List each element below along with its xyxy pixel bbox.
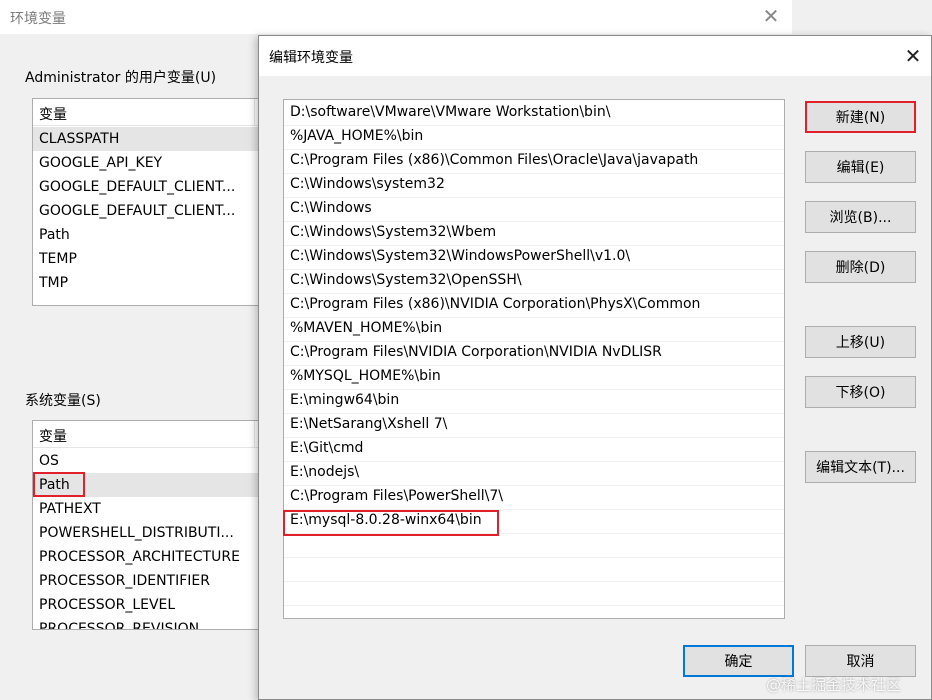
- list-item[interactable]: TMP: [33, 271, 259, 295]
- list-item[interactable]: E:\NetSarang\Xshell 7\: [284, 414, 784, 438]
- close-icon[interactable]: ✕: [760, 4, 782, 28]
- watermark: @稀土掘金技术社区: [766, 676, 902, 694]
- dialog-title: 编辑环境变量: [269, 50, 353, 66]
- list-item[interactable]: C:\Windows\System32\WindowsPowerShell\v1…: [284, 246, 784, 270]
- list-item[interactable]: E:\Git\cmd: [284, 438, 784, 462]
- system-variables-header[interactable]: 变量: [33, 421, 259, 448]
- list-item[interactable]: C:\Windows: [284, 198, 784, 222]
- new-button[interactable]: 新建(N): [805, 101, 916, 133]
- list-item[interactable]: %MYSQL_HOME%\bin: [284, 366, 784, 390]
- user-variables-label: Administrator 的用户变量(U): [25, 70, 217, 86]
- edit-environment-variable-dialog: 编辑环境变量 ✕ D:\software\VMware\VMware Works…: [258, 35, 932, 700]
- close-icon[interactable]: ✕: [901, 44, 925, 68]
- system-variables-label: 系统变量(S): [25, 393, 101, 409]
- delete-button[interactable]: 删除(D): [805, 251, 916, 283]
- list-item[interactable]: C:\Windows\System32\OpenSSH\: [284, 270, 784, 294]
- list-item[interactable]: GOOGLE_API_KEY: [33, 151, 259, 175]
- list-item[interactable]: %MAVEN_HOME%\bin: [284, 318, 784, 342]
- background-window-title: 环境变量: [10, 11, 66, 27]
- list-item[interactable]: E:\mingw64\bin: [284, 390, 784, 414]
- move-up-button[interactable]: 上移(U): [805, 326, 916, 358]
- ok-button[interactable]: 确定: [683, 645, 794, 677]
- list-item[interactable]: D:\software\VMware\VMware Workstation\bi…: [284, 102, 784, 126]
- dialog-titlebar: 编辑环境变量 ✕: [259, 36, 931, 76]
- list-item[interactable]: %JAVA_HOME%\bin: [284, 126, 784, 150]
- column-divider: [254, 99, 255, 125]
- variable-column-header[interactable]: 变量: [39, 104, 67, 124]
- browse-button[interactable]: 浏览(B)...: [805, 201, 916, 233]
- list-item[interactable]: C:\Program Files (x86)\Common Files\Orac…: [284, 150, 784, 174]
- path-highlight-box: [33, 472, 85, 497]
- column-divider: [254, 421, 255, 447]
- cancel-button[interactable]: 取消: [805, 645, 916, 677]
- edit-text-button[interactable]: 编辑文本(T)...: [805, 451, 916, 483]
- move-down-button[interactable]: 下移(O): [805, 376, 916, 408]
- list-item[interactable]: PROCESSOR_ARCHITECTURE: [33, 545, 259, 569]
- list-item[interactable]: PROCESSOR_IDENTIFIER: [33, 569, 259, 593]
- list-item[interactable]: C:\Program Files (x86)\NVIDIA Corporatio…: [284, 294, 784, 318]
- list-item[interactable]: CLASSPATH: [33, 127, 259, 151]
- list-item[interactable]: POWERSHELL_DISTRIBUTI...: [33, 521, 259, 545]
- empty-row[interactable]: [284, 582, 784, 606]
- system-variables-list[interactable]: 变量 OS Path PATHEXT POWERSHELL_DISTRIBUTI…: [32, 420, 260, 630]
- list-item[interactable]: PROCESSOR_LEVEL: [33, 593, 259, 617]
- new-path-highlight-box: [283, 510, 499, 536]
- list-item[interactable]: PATHEXT: [33, 497, 259, 521]
- list-item[interactable]: GOOGLE_DEFAULT_CLIENT...: [33, 175, 259, 199]
- list-item[interactable]: C:\Program Files\PowerShell\7\: [284, 486, 784, 510]
- list-item[interactable]: E:\nodejs\: [284, 462, 784, 486]
- list-item[interactable]: GOOGLE_DEFAULT_CLIENT...: [33, 199, 259, 223]
- variable-column-header[interactable]: 变量: [39, 426, 67, 446]
- background-titlebar: 环境变量 ✕: [0, 0, 792, 34]
- list-item[interactable]: PROCESSOR_REVISION: [33, 617, 259, 629]
- empty-row[interactable]: [284, 558, 784, 582]
- user-variables-list[interactable]: 变量 CLASSPATH GOOGLE_API_KEY GOOGLE_DEFAU…: [32, 98, 260, 306]
- list-item[interactable]: TEMP: [33, 247, 259, 271]
- list-item[interactable]: Path: [33, 223, 259, 247]
- list-item[interactable]: C:\Program Files\NVIDIA Corporation\NVID…: [284, 342, 784, 366]
- list-item[interactable]: C:\Windows\system32: [284, 174, 784, 198]
- empty-row[interactable]: [284, 534, 784, 558]
- edit-button[interactable]: 编辑(E): [805, 151, 916, 183]
- list-item[interactable]: C:\Windows\System32\Wbem: [284, 222, 784, 246]
- list-item[interactable]: OS: [33, 449, 259, 473]
- user-variables-header[interactable]: 变量: [33, 99, 259, 126]
- path-entries-list[interactable]: D:\software\VMware\VMware Workstation\bi…: [283, 99, 785, 619]
